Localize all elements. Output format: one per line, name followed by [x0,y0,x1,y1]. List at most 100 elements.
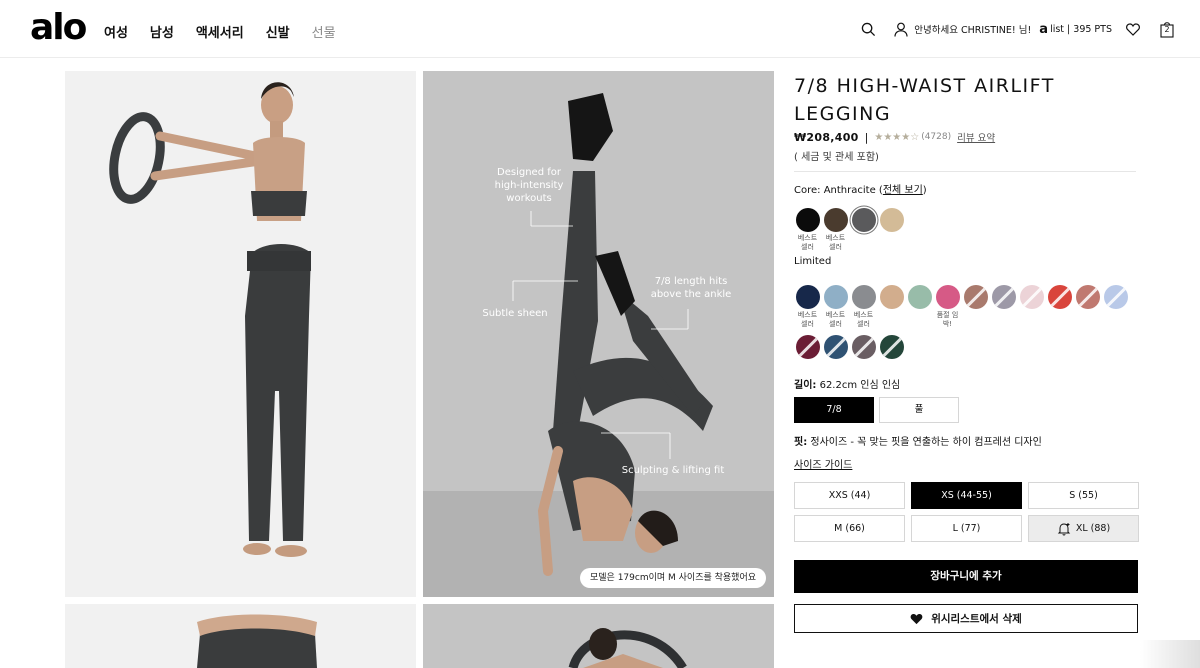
alist-points-text: list | 395 PTS [1050,23,1112,35]
alo-logo[interactable]: alo [30,8,87,48]
limited-swatch-cell [850,335,877,365]
tax-note: ( 세금 및 관세 포함) [794,152,879,163]
nav-accessories[interactable]: 액세서리 [196,22,244,41]
limited-swatch-cell [1074,285,1101,329]
limited-color-swatch[interactable] [823,335,848,359]
core-color-swatch[interactable] [851,208,876,232]
core-swatch-cell [850,208,877,252]
notify-bell-icon [1057,522,1071,535]
swatch-badge: 베스트 셀러 [797,234,818,251]
core-color-swatch[interactable] [879,208,904,232]
main-nav: 여성 남성 액세서리 신발 선물 [104,22,358,41]
price-separator: | [864,130,869,144]
limited-color-swatch[interactable] [851,285,876,309]
nav-shoes[interactable]: 신발 [266,22,290,41]
limited-color-swatch[interactable] [879,285,904,309]
callout-length: 7/8 length hits above the ankle [650,276,732,300]
size-option-button[interactable]: S (55) [1028,482,1139,509]
callout-sheen: Subtle sheen [482,308,548,319]
core-swatch-cell [878,208,905,252]
limited-swatch-cell [1018,285,1045,329]
length-option-button[interactable]: 7/8 [794,397,874,423]
limited-swatch-cell [878,335,905,365]
review-summary-link[interactable]: 리뷰 요약 [957,130,995,144]
remove-from-wishlist-button[interactable]: 위시리스트에서 삭제 [794,604,1138,633]
site-header: alo 여성 남성 액세서리 신발 선물 안녕하세요 CHRISTINE! 님!… [0,0,1200,58]
size-option-button[interactable]: XXS (44) [794,482,905,509]
size-option-button[interactable]: XS (44-55) [911,482,1022,509]
color-label: Core: Anthracite (전체 보기) [794,181,1140,196]
limited-color-swatch[interactable] [935,285,960,309]
product-photo-ring[interactable] [423,604,774,668]
swatch-badge: 베스트 셀러 [825,311,846,328]
core-swatch-cell: 베스트 셀러 [794,208,821,252]
length-option-button[interactable]: 풀 [879,397,959,423]
swatch-badge: 베스트 셀러 [853,311,874,328]
swatch-badge: 베스트 셀러 [825,234,846,251]
product-info-panel: 7/8 HIGH-WAIST AIRLIFT LEGGING ₩208,400 … [794,72,1140,633]
callout-high-intensity: Designed for high-intensity workouts [494,167,564,204]
nav-gifts[interactable]: 선물 [312,22,336,41]
limited-color-swatch[interactable] [1075,285,1100,309]
length-label: 길이: [794,380,817,391]
swatch-badge: 베스트 셀러 [797,311,818,328]
remove-from-wishlist-label: 위시리스트에서 삭제 [931,613,1022,625]
size-option-label: XL (88) [1075,523,1111,534]
fit-value: 정사이즈 - 꼭 맞는 핏을 연출하는 하이 컴프레션 디자인 [807,437,1042,448]
limited-color-swatch[interactable] [963,285,988,309]
limited-color-swatch[interactable] [907,285,932,309]
limited-color-swatch[interactable] [879,335,904,359]
product-photo-feature[interactable]: Designed for high-intensity workouts 7/8… [423,71,774,597]
limited-swatch-cell [1046,285,1073,329]
nav-men[interactable]: 남성 [150,22,174,41]
size-option-button[interactable]: L (77) [911,515,1022,542]
add-to-cart-button[interactable]: 장바구니에 추가 [794,560,1138,593]
limited-swatch-cell [822,335,849,365]
greeting-text: 안녕하세요 CHRISTINE! 님! [914,25,1032,36]
header-utilities: 안녕하세요 CHRISTINE! 님! a list | 395 PTS 2 [849,18,1174,40]
fit-label: 핏: [794,437,808,448]
limited-swatch-cell [878,285,905,329]
size-guide-link[interactable]: 사이즈 가이드 [794,456,852,471]
size-options: XXS (44) XS (44-55) S (55) M (66) L (77) XL (… [794,482,1140,542]
filled-heart-icon [910,613,923,624]
core-color-swatch[interactable] [823,208,848,232]
limited-color-swatch[interactable] [795,335,820,359]
limited-color-swatch[interactable] [1103,285,1128,309]
divider [794,171,1136,172]
limited-swatch-cell: 베스트 셀러 [794,285,821,329]
bag-count: 2 [1164,24,1170,34]
limited-swatch-cell [1102,285,1129,329]
limited-color-swatch[interactable] [1047,285,1072,309]
size-option-button[interactable]: M (66) [794,515,905,542]
limited-color-swatch[interactable] [851,335,876,359]
limited-swatch-cell [990,285,1017,329]
model-size-note: 모델은 179cm이며 M 사이즈를 착용했어요 [580,568,767,588]
account-link[interactable]: 안녕하세요 CHRISTINE! 님! [894,22,1031,37]
size-option-button[interactable]: XL (88) [1028,515,1139,542]
core-swatch-cell: 베스트 셀러 [822,208,849,252]
limited-swatch-cell: 품절 임 박! [934,285,961,329]
swatch-badge: 품절 임 박! [936,311,959,328]
product-photo-front[interactable] [65,71,416,597]
limited-color-swatch[interactable] [1019,285,1044,309]
product-photo-detail[interactable] [65,604,416,668]
heart-icon[interactable] [1126,22,1140,36]
limited-color-swatch[interactable] [795,285,820,309]
shopping-bag-button[interactable]: 2 [1160,21,1174,38]
limited-swatch-cell [962,285,989,329]
core-color-swatch[interactable] [795,208,820,232]
alist-mark: a [1039,21,1049,37]
alist-points[interactable]: a list | 395 PTS [1039,22,1112,37]
nav-women[interactable]: 여성 [104,22,128,41]
rating-stars[interactable]: ★★★★☆ [874,132,919,143]
search-icon[interactable] [861,22,876,37]
limited-label: Limited [794,256,832,267]
product-title: 7/8 HIGH-WAIST AIRLIFT LEGGING [794,75,1055,125]
fit-line: 핏: 정사이즈 - 꼭 맞는 핏을 연출하는 하이 컴프레션 디자인 [794,433,1140,448]
limited-color-swatch[interactable] [823,285,848,309]
view-all-colors-link[interactable]: 전체 보기 [883,185,923,196]
limited-color-swatch[interactable] [991,285,1016,309]
review-count[interactable]: (4728) [921,132,951,142]
length-options: 7/8 풀 [794,397,1140,423]
